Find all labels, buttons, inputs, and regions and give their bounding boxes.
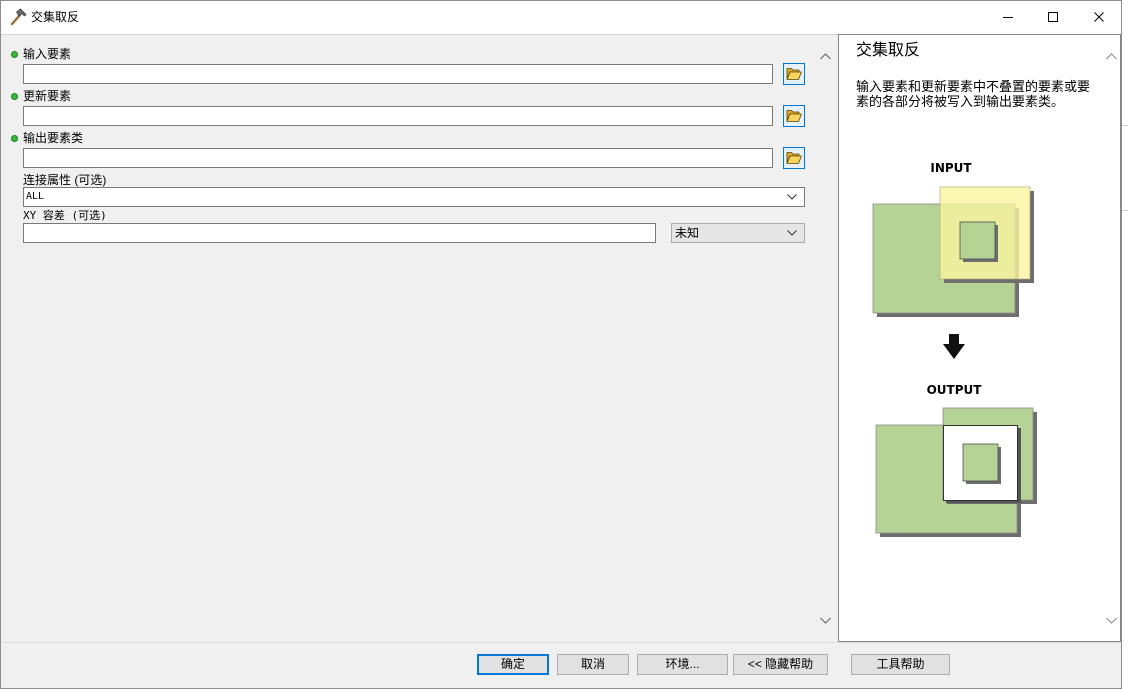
hammer-icon — [10, 8, 27, 26]
minimize-button[interactable] — [985, 1, 1031, 34]
output-island-polygon — [962, 443, 999, 482]
output-island-shadow-bottom — [966, 481, 1001, 484]
required-indicator — [11, 51, 18, 58]
join-attributes-selected: ALL — [26, 191, 45, 202]
update-features-label: 更新要素 — [23, 89, 72, 103]
open-folder-icon — [786, 152, 802, 164]
background-window — [1121, 0, 1128, 689]
help-title: 交集取反 — [856, 42, 921, 59]
chevron-up-icon[interactable] — [820, 53, 831, 60]
chevron-down-icon — [787, 230, 797, 236]
window-title: 交集取反 — [31, 10, 80, 24]
chevron-down-icon[interactable] — [1106, 617, 1117, 624]
parameters-scrollbar[interactable] — [816, 35, 836, 641]
update-features-browse-button[interactable] — [783, 105, 805, 127]
diagram-input-label: INPUT — [930, 161, 972, 175]
hide-help-button[interactable]: << 隐藏帮助 — [733, 654, 828, 675]
chevron-down-icon[interactable] — [820, 617, 831, 624]
join-attributes-label: 连接属性 (可选) — [23, 173, 107, 187]
update-feature-shadow-right — [1030, 191, 1034, 283]
help-description: 输入要素和更新要素中不叠置的要素或要素的各部分将被写入到输出要素类。 — [856, 79, 1091, 109]
input-island-polygon — [959, 221, 996, 260]
input-diagram — [872, 186, 1034, 317]
minimize-icon — [1003, 17, 1013, 18]
maximize-button[interactable] — [1030, 1, 1076, 34]
tool-help-button[interactable]: 工具帮助 — [851, 654, 950, 675]
ok-button[interactable]: 确定 — [477, 654, 549, 675]
output-feature-class-field[interactable] — [23, 148, 773, 168]
title-bar[interactable]: 交集取反 — [1, 1, 1121, 34]
output-diagram — [875, 407, 1037, 537]
input-island-shadow-bottom — [963, 259, 998, 262]
cancel-button[interactable]: 取消 — [557, 654, 629, 675]
open-folder-icon — [786, 68, 802, 80]
required-indicator — [11, 93, 18, 100]
input-island-shadow-right — [995, 225, 998, 262]
environments-button[interactable]: 环境... — [637, 654, 728, 675]
close-button[interactable] — [1076, 1, 1121, 34]
update-features-field[interactable] — [23, 106, 773, 126]
update-feature-shadow-bottom — [944, 279, 1034, 283]
xy-tolerance-field[interactable] — [23, 223, 656, 243]
help-scrollbar[interactable] — [1103, 35, 1120, 641]
chevron-up-icon[interactable] — [1106, 53, 1117, 60]
maximize-icon — [1048, 12, 1058, 22]
arrow-head — [943, 344, 965, 359]
input-features-label: 输入要素 — [23, 47, 72, 61]
diagram-output-label: OUTPUT — [927, 383, 983, 397]
output-feature-class-label: 输出要素类 — [23, 131, 84, 145]
output-island-shadow-right — [998, 447, 1001, 484]
input-features-field[interactable] — [23, 64, 773, 84]
chevron-down-icon — [787, 194, 797, 200]
help-diagram: INPUT OUTPUT — [872, 161, 1037, 537]
xy-tolerance-unit-dropdown[interactable]: 未知 — [671, 223, 805, 243]
input-features-browse-button[interactable] — [783, 63, 805, 85]
join-attributes-dropdown[interactable]: ALL — [23, 187, 805, 207]
parameters-panel: 输入要素 更新要素 输出要素类 连接属性 (可选) ALL XY 容差 (可选) — [3, 35, 836, 641]
output-feature-class-browse-button[interactable] — [783, 147, 805, 169]
required-indicator — [11, 135, 18, 142]
open-folder-icon — [786, 110, 802, 122]
arrow-down-icon — [943, 334, 965, 359]
xy-tolerance-unit-selected: 未知 — [675, 226, 700, 240]
close-icon — [1094, 12, 1104, 22]
background-divider — [1121, 210, 1128, 211]
help-panel: 交集取反 输入要素和更新要素中不叠置的要素或要素的各部分将被写入到输出要素类。 … — [838, 34, 1121, 642]
xy-tolerance-label: XY 容差 (可选) — [23, 209, 107, 222]
background-divider — [1121, 125, 1128, 126]
button-bar: 确定 取消 环境... << 隐藏帮助 工具帮助 — [1, 642, 1121, 688]
